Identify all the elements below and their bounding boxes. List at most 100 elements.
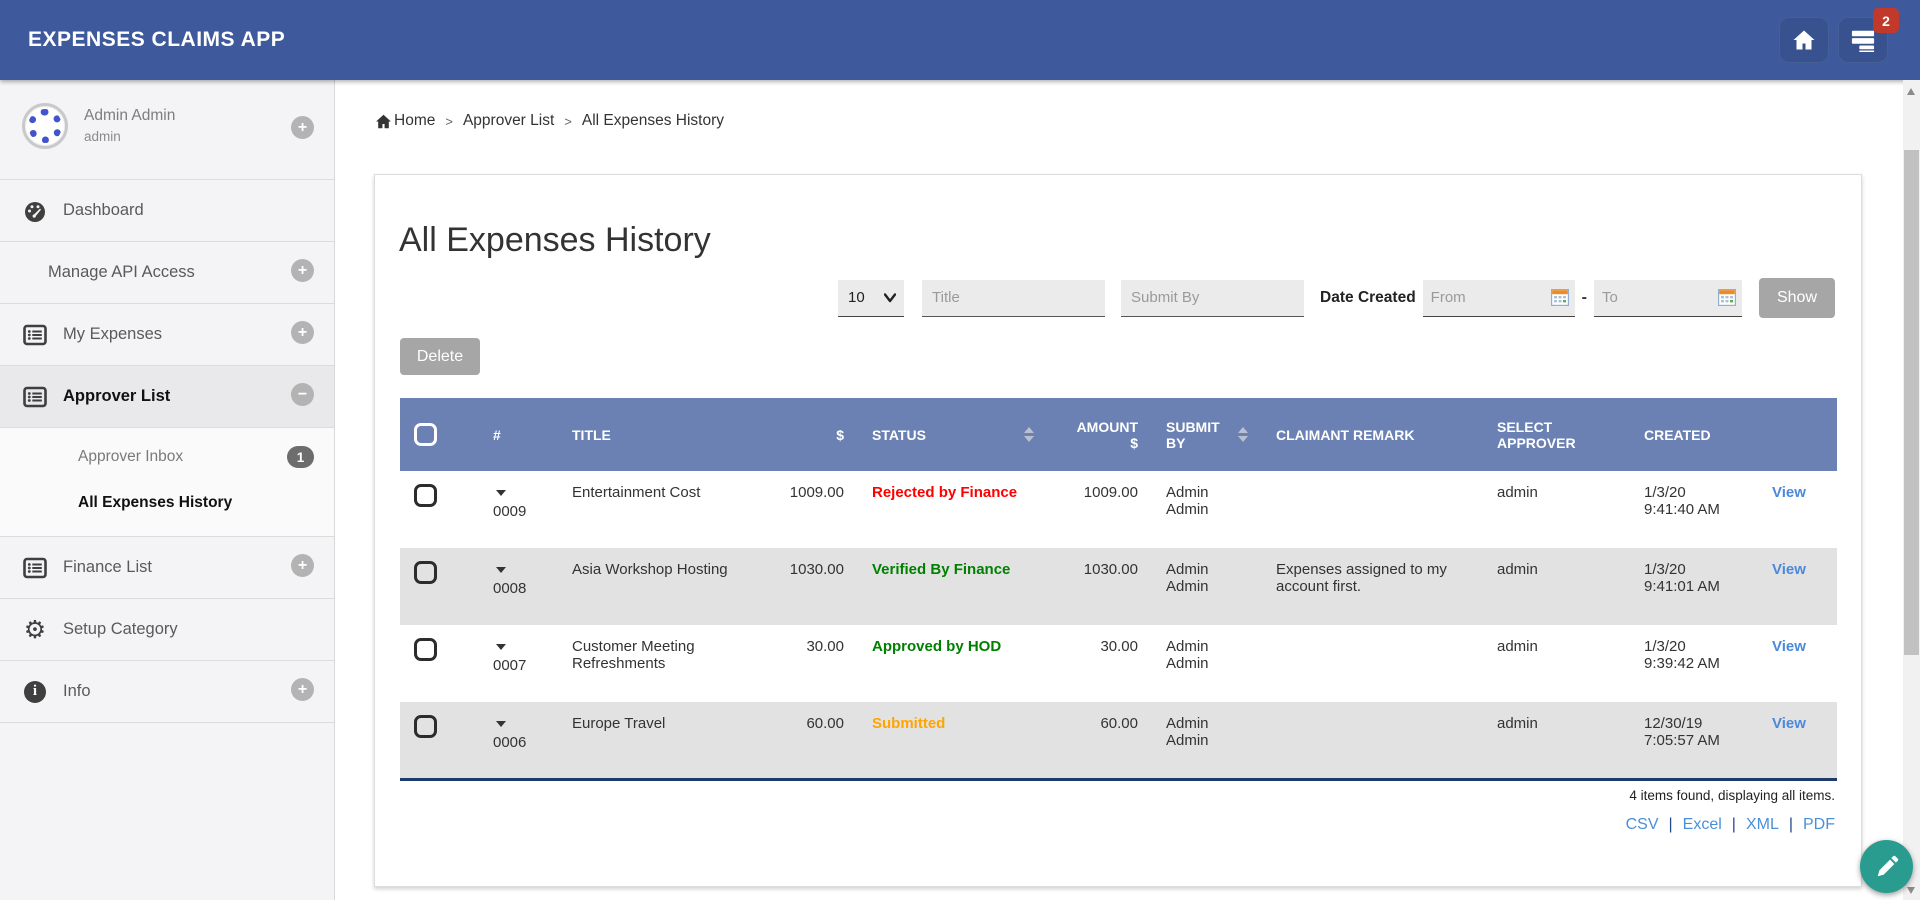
edit-fab-button[interactable] xyxy=(1860,840,1913,893)
cell-submit-by: Admin Admin xyxy=(1152,548,1262,625)
submit-by-filter-input[interactable] xyxy=(1121,280,1304,317)
list-icon xyxy=(22,323,48,347)
status-badge: Rejected by Finance xyxy=(858,471,1048,548)
scroll-down-arrow-icon[interactable] xyxy=(1907,887,1915,894)
cell-dollar: 1009.00 xyxy=(772,471,858,548)
page: EXPENSES CLAIMS APP 2 Admin Admin admin … xyxy=(0,0,1920,900)
row-expand-caret-icon[interactable] xyxy=(496,567,506,573)
export-pdf-link[interactable]: PDF xyxy=(1803,816,1835,834)
sidebar-item-manage-api-access[interactable]: Manage API Access + xyxy=(0,242,334,304)
task-list-icon xyxy=(1851,28,1875,52)
view-link[interactable]: View xyxy=(1772,484,1806,501)
cell-submit-by: Admin Admin xyxy=(1152,625,1262,702)
date-from-wrap xyxy=(1423,280,1575,317)
sidebar-item-dashboard[interactable]: Dashboard xyxy=(0,180,334,242)
notifications-button[interactable]: 2 xyxy=(1838,17,1888,63)
content-card: All Expenses History 10 Date Created - S… xyxy=(374,174,1862,887)
app-header: EXPENSES CLAIMS APP 2 xyxy=(0,0,1920,80)
sidebar-item-all-expenses-history[interactable]: All Expenses History xyxy=(0,480,334,526)
status-badge: Verified By Finance xyxy=(858,548,1048,625)
cell-approver: admin xyxy=(1483,625,1630,702)
notification-badge: 2 xyxy=(1873,8,1899,33)
table-header-row: # TITLE $ STATUS AMOUNT $ SUBMIT BY xyxy=(400,398,1837,471)
row-checkbox[interactable] xyxy=(414,484,437,507)
cell-created: 1/3/209:41:01 AM xyxy=(1630,548,1758,625)
cell-approver: admin xyxy=(1483,702,1630,779)
cell-remark xyxy=(1262,702,1483,779)
breadcrumb-separator: > xyxy=(445,114,453,129)
export-links: CSV | Excel | XML | PDF xyxy=(1626,816,1835,834)
sort-icon xyxy=(1024,427,1034,442)
calendar-icon[interactable] xyxy=(1551,289,1569,306)
cell-amount: 60.00 xyxy=(1048,702,1152,779)
date-to-input[interactable] xyxy=(1594,280,1718,315)
collapse-icon[interactable]: − xyxy=(291,383,314,406)
profile-expand-button[interactable]: + xyxy=(291,116,314,139)
sidebar-item-setup-category[interactable]: ⚙ Setup Category xyxy=(0,599,334,661)
cell-dollar: 30.00 xyxy=(772,625,858,702)
page-size-select[interactable]: 10 xyxy=(838,280,904,317)
gauge-icon xyxy=(22,199,48,223)
breadcrumb-approver-list[interactable]: Approver List xyxy=(463,112,554,130)
expand-icon[interactable]: + xyxy=(291,678,314,701)
col-header-dollar: $ xyxy=(772,398,858,471)
show-button[interactable]: Show xyxy=(1759,278,1835,318)
row-checkbox[interactable] xyxy=(414,561,437,584)
breadcrumb-home[interactable]: Home xyxy=(375,112,435,130)
home-icon xyxy=(375,113,392,130)
cell-created: 1/3/209:39:42 AM xyxy=(1630,625,1758,702)
row-checkbox[interactable] xyxy=(414,638,437,661)
sidebar-item-finance-list[interactable]: Finance List + xyxy=(0,537,334,599)
col-header-created: CREATED xyxy=(1630,398,1758,471)
col-header-status[interactable]: STATUS xyxy=(858,398,1048,471)
row-expand-caret-icon[interactable] xyxy=(496,644,506,650)
export-excel-link[interactable]: Excel xyxy=(1683,816,1722,834)
calendar-icon[interactable] xyxy=(1718,289,1736,306)
breadcrumb: Home > Approver List > All Expenses Hist… xyxy=(375,112,724,130)
sidebar-item-approver-inbox[interactable]: Approver Inbox 1 xyxy=(0,434,334,480)
row-expand-caret-icon[interactable] xyxy=(496,490,506,496)
cell-submit-by: Admin Admin xyxy=(1152,471,1262,548)
home-button[interactable] xyxy=(1779,17,1829,63)
breadcrumb-separator: > xyxy=(564,114,572,129)
cell-approver: admin xyxy=(1483,548,1630,625)
view-link[interactable]: View xyxy=(1772,638,1806,655)
cell-remark xyxy=(1262,471,1483,548)
table-row: 0008 Asia Workshop Hosting 1030.00 Verif… xyxy=(400,548,1837,625)
col-header-submit-by[interactable]: SUBMIT BY xyxy=(1152,398,1262,471)
export-csv-link[interactable]: CSV xyxy=(1626,816,1659,834)
list-icon xyxy=(22,556,48,580)
date-from-input[interactable] xyxy=(1423,280,1551,315)
col-header-num: # xyxy=(479,398,558,471)
row-expand-caret-icon[interactable] xyxy=(496,721,506,727)
export-xml-link[interactable]: XML xyxy=(1746,816,1779,834)
sidebar-item-my-expenses[interactable]: My Expenses + xyxy=(0,304,334,366)
table-row: 0007 Customer Meeting Refreshments 30.00… xyxy=(400,625,1837,702)
view-link[interactable]: View xyxy=(1772,561,1806,578)
view-link[interactable]: View xyxy=(1772,715,1806,732)
info-icon: i xyxy=(22,681,48,703)
avatar xyxy=(22,103,68,149)
sidebar-item-info[interactable]: i Info + xyxy=(0,661,334,723)
app-title: EXPENSES CLAIMS APP xyxy=(28,0,285,80)
gear-icon: ⚙ xyxy=(22,618,48,642)
cell-title: Customer Meeting Refreshments xyxy=(558,625,772,702)
page-size-select-wrap: 10 xyxy=(838,280,904,317)
row-checkbox[interactable] xyxy=(414,715,437,738)
expand-icon[interactable]: + xyxy=(291,554,314,577)
vertical-scrollbar[interactable] xyxy=(1903,80,1920,900)
list-icon xyxy=(22,385,48,409)
title-filter-input[interactable] xyxy=(922,280,1105,317)
delete-button[interactable]: Delete xyxy=(400,338,480,375)
scrollbar-thumb[interactable] xyxy=(1904,150,1919,655)
cell-remark xyxy=(1262,625,1483,702)
scroll-up-arrow-icon[interactable] xyxy=(1907,88,1915,95)
status-badge: Submitted xyxy=(858,702,1048,779)
expand-icon[interactable]: + xyxy=(291,321,314,344)
expand-icon[interactable]: + xyxy=(291,259,314,282)
cell-submit-by: Admin Admin xyxy=(1152,702,1262,779)
sidebar-item-approver-list[interactable]: Approver List − xyxy=(0,366,334,428)
sidebar: Admin Admin admin + Dashboard Manage API… xyxy=(0,80,335,900)
cell-created: 12/30/197:05:57 AM xyxy=(1630,702,1758,779)
select-all-checkbox[interactable] xyxy=(414,423,437,446)
